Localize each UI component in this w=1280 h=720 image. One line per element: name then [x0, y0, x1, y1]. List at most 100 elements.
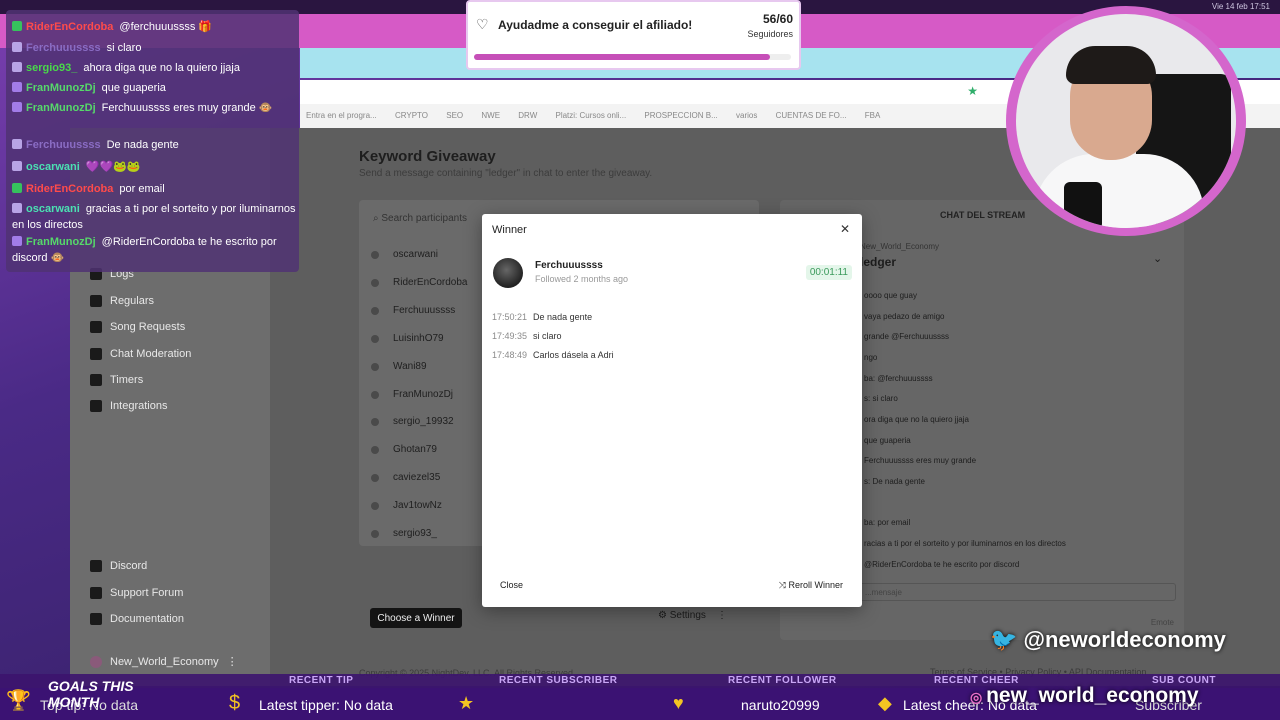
- chat-text: De nada gente: [106, 139, 179, 151]
- chevron-down-icon[interactable]: ⌄: [1153, 252, 1162, 265]
- chat-username: Ferchuuussss: [26, 42, 101, 54]
- stream-chat-overlay: RiderEnCordoba @ferchuuussss 🎁 Ferchuuuss…: [6, 10, 299, 272]
- search-icon: ⌕: [373, 213, 379, 224]
- badge-icon: [12, 21, 22, 31]
- chat-message: vaya pedazo de amigo: [864, 312, 945, 321]
- avatar: [493, 258, 523, 288]
- goal-progress-bar: [474, 54, 791, 60]
- sidebar-item-integrations[interactable]: Integrations: [90, 400, 167, 412]
- message-time: 17:48:49: [492, 350, 528, 360]
- participant-row[interactable]: sergio93_: [371, 528, 437, 539]
- trophy-icon: 🏆: [6, 690, 31, 712]
- more-icon[interactable]: ⋮: [227, 655, 238, 668]
- search-input[interactable]: Search participants: [381, 213, 467, 224]
- user-icon: [371, 278, 379, 287]
- diamond-icon: ◆: [878, 693, 892, 713]
- emote-button[interactable]: Emote: [1151, 618, 1174, 627]
- sidebar-item-label: Chat Moderation: [110, 348, 192, 360]
- sidebar-item-timers[interactable]: Timers: [90, 374, 143, 386]
- instagram-handle: ◎ new_world_economy: [970, 684, 1199, 708]
- chat-username: oscarwani: [26, 203, 80, 215]
- goal-label: Seguidores: [747, 29, 793, 39]
- bookmark-item[interactable]: Platzi: Cursos onli...: [555, 111, 626, 120]
- participant-search[interactable]: ⌕ Search participants: [373, 213, 467, 224]
- page-title: Keyword Giveaway: [359, 148, 496, 165]
- sidebar-item-documentation[interactable]: Documentation: [90, 613, 184, 625]
- bookmark-item[interactable]: SEO: [446, 111, 463, 120]
- user-icon: [371, 445, 379, 454]
- participant-name: oscarwani: [393, 249, 439, 260]
- chat-input[interactable]: ...mensaje: [858, 583, 1176, 601]
- overlay-chat-message: RiderEnCordoba por email: [12, 181, 297, 197]
- chat-username: FranMunozDj: [26, 82, 96, 94]
- participant-row[interactable]: Ferchuuussss: [371, 305, 455, 316]
- message-time: 17:50:21: [492, 312, 528, 322]
- chat-message: s: si claro: [864, 394, 898, 403]
- sidebar-item-discord[interactable]: Discord: [90, 560, 147, 572]
- chat-message: @RiderEnCordoba te he escrito por discor…: [864, 560, 1020, 569]
- chat-text: 💜💜🐸🐸: [85, 161, 141, 173]
- participant-row[interactable]: sergio_19932: [371, 416, 454, 427]
- participant-row[interactable]: Wani89: [371, 361, 427, 372]
- sidebar-item-chat-moderation[interactable]: Chat Moderation: [90, 348, 191, 360]
- winner-dialog: Winner ✕ Ferchuuussss Followed 2 months …: [482, 214, 862, 607]
- more-icon[interactable]: ⋮: [709, 610, 727, 621]
- participant-row[interactable]: Ghotan79: [371, 444, 437, 455]
- goal-progress-fill: [474, 54, 770, 60]
- recent-subscriber-label: RECENT SUBSCRIBER: [499, 675, 618, 686]
- settings-button[interactable]: ⚙ Settings ⋮: [658, 610, 727, 621]
- discord-icon: [90, 560, 102, 572]
- chat-username: FranMunozDj: [26, 102, 96, 114]
- reroll-winner-button[interactable]: ⤨ Reroll Winner: [779, 580, 843, 591]
- winner-followed: Followed 2 months ago: [535, 274, 629, 284]
- badge-icon: [12, 102, 22, 112]
- participant-name: Ferchuuussss: [393, 305, 456, 316]
- participant-row[interactable]: oscarwani: [371, 249, 438, 260]
- chat-message: ba: @ferchuuussss: [864, 374, 933, 383]
- user-icon: [371, 250, 379, 259]
- puzzle-icon: [90, 400, 102, 412]
- winner-message: 17:48:49 Carlos dásela a Adri: [492, 350, 614, 360]
- winner-message: 17:49:35 si claro: [492, 331, 562, 341]
- badge-icon: [12, 42, 22, 52]
- bookmark-item[interactable]: Entra en el progra...: [306, 111, 377, 120]
- bookmark-item[interactable]: PROSPECCION B...: [644, 111, 717, 120]
- close-button[interactable]: Close: [500, 580, 523, 590]
- chat-message: ba: por email: [864, 518, 911, 527]
- chat-message: s: De nada gente: [864, 477, 925, 486]
- bookmark-item[interactable]: FBA: [865, 111, 881, 120]
- book-icon: [90, 613, 102, 625]
- account-name: New_World_Economy: [110, 655, 219, 668]
- participant-row[interactable]: LuisinhO79: [371, 333, 444, 344]
- star-icon[interactable]: ★: [967, 84, 978, 98]
- participant-row[interactable]: RiderEnCordoba: [371, 277, 468, 288]
- recent-tip-label: RECENT TIP: [289, 675, 354, 686]
- dollar-icon: $: [229, 692, 241, 714]
- chat-username: oscarwani: [26, 161, 80, 173]
- chat-username: RiderEnCordoba: [26, 21, 114, 33]
- bookmark-item[interactable]: CRYPTO: [395, 111, 428, 120]
- chat-username: RiderEnCordoba: [26, 183, 114, 195]
- participant-row[interactable]: Jav1towNz: [371, 500, 442, 511]
- overlay-chat-message: FranMunozDj que guaperia: [12, 80, 297, 96]
- chat-message: Ferchuuussss eres muy grande: [864, 456, 977, 465]
- sidebar-item-song-requests[interactable]: Song Requests: [90, 321, 185, 333]
- bookmark-item[interactable]: DRW: [518, 111, 537, 120]
- user-icon: [371, 529, 379, 538]
- bookmark-item[interactable]: CUENTAS DE FO...: [776, 111, 847, 120]
- participant-row[interactable]: FranMunozDj: [371, 389, 453, 400]
- close-icon[interactable]: ✕: [840, 222, 850, 236]
- participant-name: FranMunozDj: [393, 389, 454, 400]
- sidebar-item-support-forum[interactable]: Support Forum: [90, 587, 183, 599]
- bookmark-item[interactable]: varios: [736, 111, 757, 120]
- sidebar-item-label: Integrations: [110, 400, 168, 412]
- user-icon: [371, 501, 379, 510]
- bookmark-item[interactable]: NWE: [481, 111, 500, 120]
- participant-row[interactable]: caviezel35: [371, 472, 440, 483]
- account-menu[interactable]: New_World_Economy ⋮: [90, 655, 238, 668]
- chat-message: ngo: [864, 353, 878, 362]
- sidebar-item-regulars[interactable]: Regulars: [90, 295, 154, 307]
- sidebar-item-label: Documentation: [110, 613, 184, 625]
- choose-winner-button[interactable]: Choose a Winner: [370, 608, 462, 628]
- goal-text: Ayudadme a conseguir el afiliado!: [498, 18, 693, 32]
